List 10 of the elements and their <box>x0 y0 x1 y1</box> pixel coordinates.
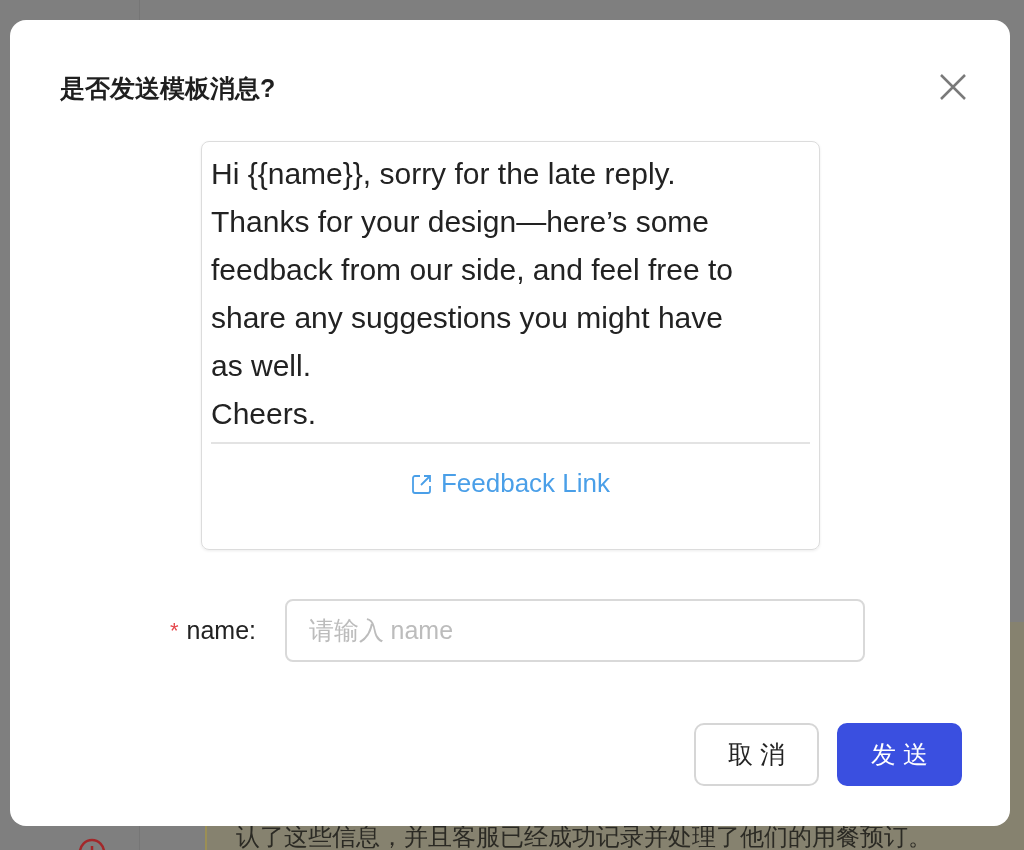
name-input-field[interactable]: 请输入 name <box>284 599 865 662</box>
field-label: name: <box>186 614 258 646</box>
required-mark: * <box>170 619 179 642</box>
background-text: 认了这些信息，并且客服已经成功记录并处理了他们的用餐预订。 <box>236 822 932 850</box>
dialog-title: 是否发送模板消息? <box>60 73 276 104</box>
cancel-button[interactable]: 取 消 <box>694 723 819 786</box>
send-button[interactable]: 发 送 <box>837 723 962 786</box>
close-button[interactable] <box>938 72 968 102</box>
message-text: Hi {{name}}, sorry for the late reply. Thanks for your design—here’s some feedback from our side, and feel free to share any suggestions you might have as well. Cheers. <box>211 150 810 444</box>
external-link-icon <box>410 472 433 495</box>
